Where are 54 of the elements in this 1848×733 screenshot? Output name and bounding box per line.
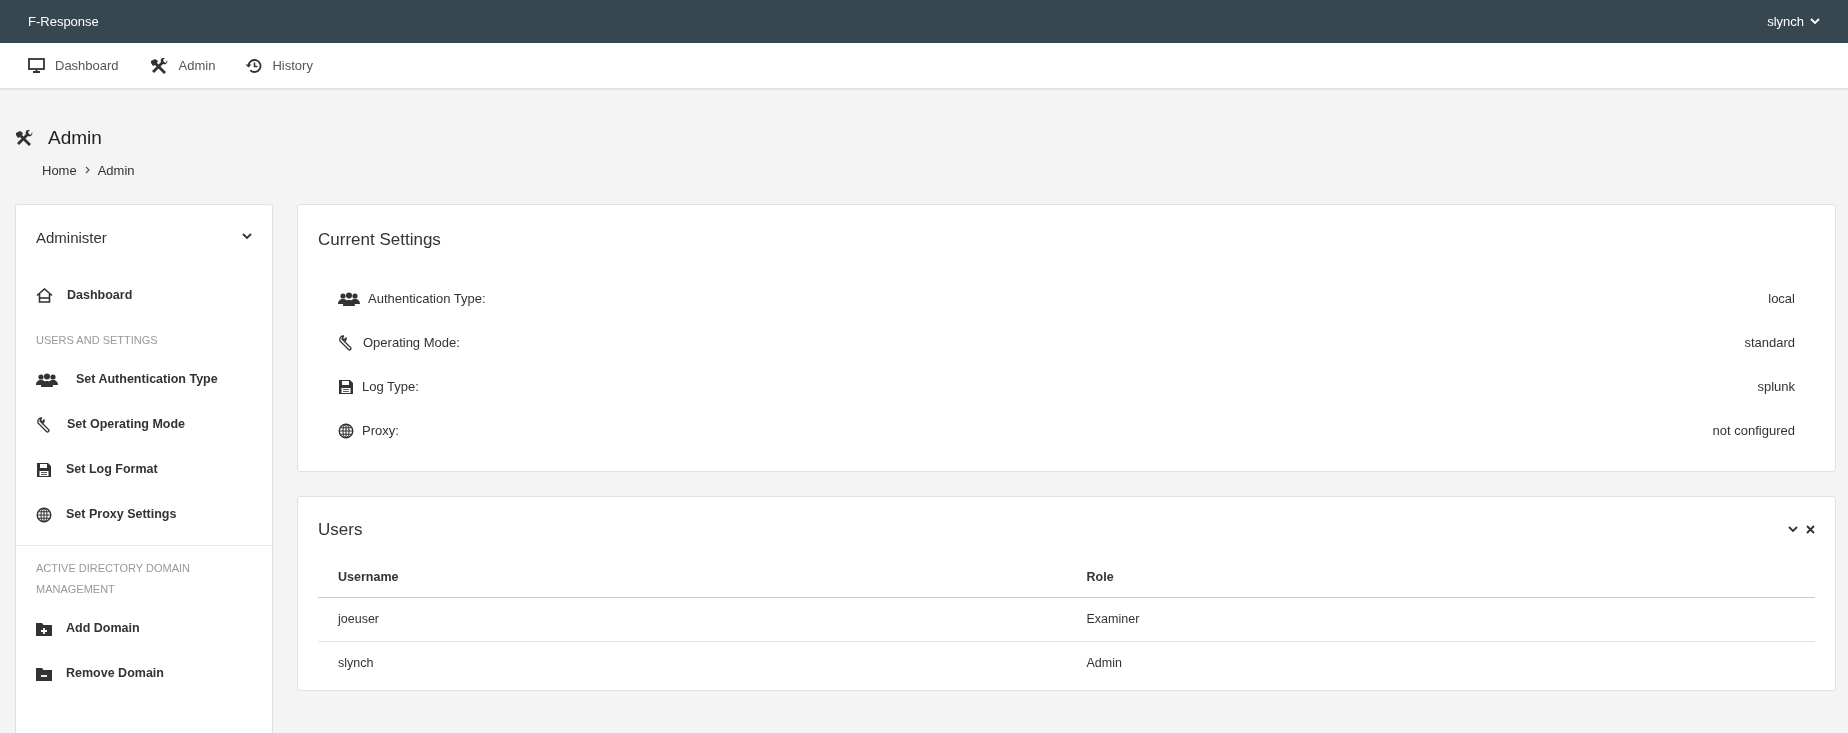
sidebar-item[interactable]: Remove Domain xyxy=(16,651,272,696)
app-brand: F-Response xyxy=(28,12,99,31)
setting-label: Proxy: xyxy=(362,421,399,440)
nav-link[interactable]: Dashboard xyxy=(28,55,119,76)
folder-minus-icon xyxy=(36,666,52,681)
panel-title: Users xyxy=(318,518,363,541)
nav-link[interactable]: Admin xyxy=(148,55,216,76)
breadcrumb-item: Admin xyxy=(97,161,135,180)
globe-icon xyxy=(338,422,354,439)
sidebar-item[interactable]: Dashboard xyxy=(16,273,272,318)
section-heading: USERS AND SETTINGS xyxy=(35,333,159,348)
page-title: Admin xyxy=(48,126,102,150)
breadcrumb-separator-icon xyxy=(84,166,90,175)
globe-icon xyxy=(36,506,52,523)
monitor-icon xyxy=(28,58,45,73)
setting-value: local xyxy=(1768,289,1795,308)
folder-plus-icon xyxy=(36,621,52,636)
close-icon xyxy=(1806,524,1815,534)
sidebar-item[interactable]: Set Operating Mode xyxy=(16,402,272,447)
setting-label: Log Type: xyxy=(362,377,419,396)
home-icon xyxy=(36,288,53,303)
tools-icon xyxy=(14,130,34,147)
collapse-button[interactable] xyxy=(1788,525,1798,533)
column-header: Role xyxy=(1066,558,1815,598)
table-cell: Admin xyxy=(1066,641,1815,685)
caret-icon xyxy=(1810,18,1820,25)
wrench-icon xyxy=(36,416,53,433)
wrench-icon xyxy=(338,334,355,351)
setting-value: not configured xyxy=(1712,421,1795,440)
setting-value: splunk xyxy=(1757,377,1795,396)
table-cell: slynch xyxy=(318,641,1067,685)
tools-icon xyxy=(148,57,169,74)
setting-value: standard xyxy=(1744,333,1795,352)
table-cell: joeuser xyxy=(318,597,1067,641)
chevron-down-icon xyxy=(1788,525,1798,533)
setting-label: Authentication Type: xyxy=(368,289,486,308)
user-menu[interactable]: slynch xyxy=(1767,11,1820,32)
sidebar-item[interactable]: Add Domain xyxy=(16,606,272,651)
users-icon xyxy=(338,291,360,306)
sidebar-item[interactable]: Set Proxy Settings xyxy=(16,492,272,537)
setting-label: Operating Mode: xyxy=(363,333,460,352)
sidebar-item[interactable]: Set Log Format xyxy=(16,447,272,492)
history-icon xyxy=(245,57,263,74)
section-heading: ACTIVE DIRECTORY DOMAIN MANAGEMENT xyxy=(35,561,192,597)
column-header: Username xyxy=(318,558,1067,598)
breadcrumb-item[interactable]: Home xyxy=(42,160,77,180)
chevron-down-icon xyxy=(242,233,252,240)
nav-link[interactable]: History xyxy=(245,55,313,76)
sidebar-title: Administer xyxy=(36,228,107,248)
close-button[interactable] xyxy=(1806,524,1815,534)
panel-title: Current Settings xyxy=(318,229,442,251)
users-icon xyxy=(36,372,58,387)
table-cell: Examiner xyxy=(1066,597,1815,641)
sidebar-item[interactable]: Set Authentication Type xyxy=(16,357,272,402)
